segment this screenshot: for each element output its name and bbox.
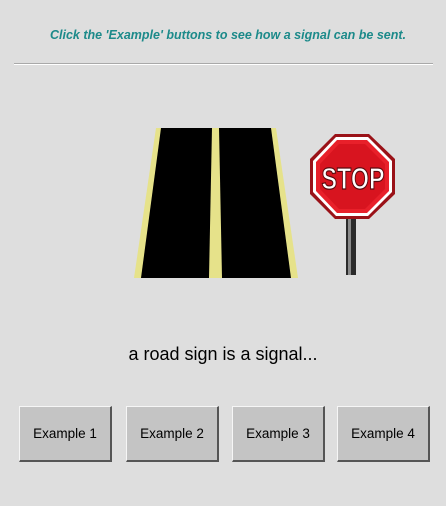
example-2-button[interactable]: Example 2 bbox=[126, 406, 219, 462]
example-button-row: Example 1 Example 2 Example 3 Example 4 bbox=[0, 406, 446, 462]
divider bbox=[14, 63, 433, 65]
example-1-button[interactable]: Example 1 bbox=[19, 406, 112, 462]
stop-sign-icon: STOP bbox=[310, 134, 395, 219]
illustration: STOP bbox=[134, 128, 395, 278]
example-3-button[interactable]: Example 3 bbox=[232, 406, 325, 462]
instruction-text: Click the 'Example' buttons to see how a… bbox=[49, 28, 407, 42]
example-4-button[interactable]: Example 4 bbox=[337, 406, 430, 462]
caption: a road sign is a signal... bbox=[128, 344, 318, 364]
stop-sign-post bbox=[346, 214, 356, 275]
stop-sign-text: STOP bbox=[322, 161, 385, 196]
road-icon bbox=[134, 128, 298, 278]
